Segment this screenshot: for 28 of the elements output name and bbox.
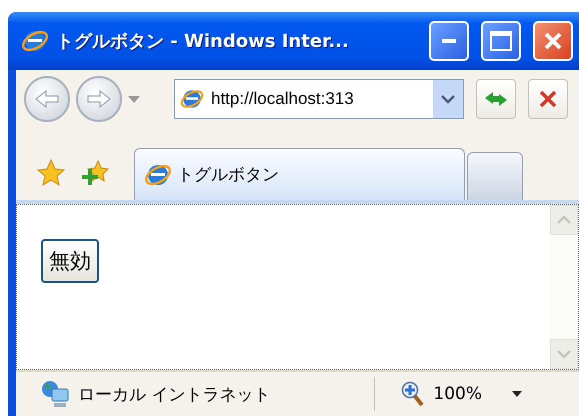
stop-button[interactable] xyxy=(528,79,568,119)
close-button[interactable] xyxy=(533,21,573,61)
back-button[interactable] xyxy=(24,76,70,122)
address-field[interactable]: http://localhost:313 xyxy=(174,79,464,119)
add-favorite-icon[interactable] xyxy=(80,158,110,188)
chevron-down-icon xyxy=(441,94,455,104)
new-tab-button[interactable] xyxy=(467,152,523,200)
browser-tab[interactable]: トグルボタン xyxy=(134,148,465,200)
back-arrow-icon xyxy=(34,89,60,109)
forward-arrow-icon xyxy=(86,89,112,109)
refresh-button[interactable] xyxy=(476,79,516,119)
close-icon xyxy=(543,31,563,51)
zoom-level[interactable]: 100% xyxy=(433,384,482,404)
window-title: トグルボタン - Windows Inter... xyxy=(56,30,350,53)
dropdown-button[interactable] xyxy=(433,80,463,118)
caret-icon[interactable] xyxy=(512,391,522,397)
forward-button[interactable] xyxy=(76,76,122,122)
minimize-icon xyxy=(442,39,456,43)
zoom-icon[interactable] xyxy=(401,381,426,407)
network-icon xyxy=(40,379,70,409)
maximize-button[interactable] xyxy=(481,21,521,61)
star-icon[interactable] xyxy=(36,158,66,188)
minimize-button[interactable] xyxy=(429,21,469,61)
toggle-button[interactable]: 無効 xyxy=(41,239,99,283)
dropdown-icon[interactable] xyxy=(128,96,140,102)
maximize-icon xyxy=(490,31,512,51)
security-zone: ローカル イントラネット xyxy=(78,384,270,406)
stop-icon xyxy=(539,90,557,108)
